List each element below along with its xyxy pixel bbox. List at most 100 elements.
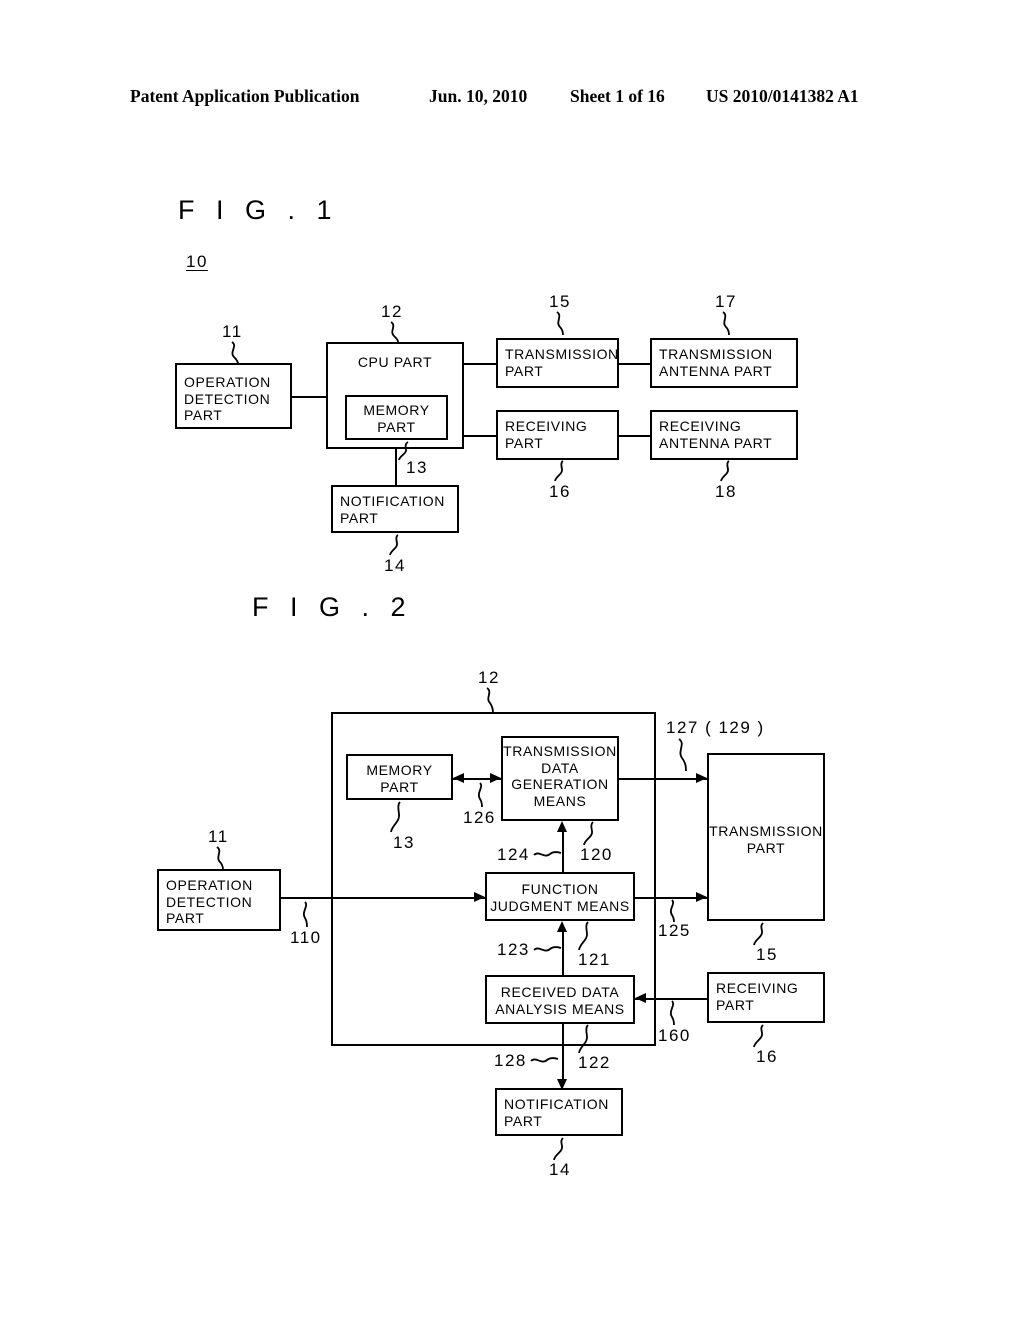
fig1-ref-11: 11 bbox=[222, 322, 243, 341]
fig1-ref-12: 12 bbox=[381, 302, 403, 321]
fig1-memory-part-box: MEMORY PART bbox=[345, 395, 448, 440]
header-sheet-number: Sheet 1 of 16 bbox=[570, 86, 665, 106]
fig2-function-judgment-means-label: FUNCTION JUDGMENT MEANS bbox=[490, 881, 630, 914]
fig2-received-data-analysis-means-label: RECEIVED DATA ANALYSIS MEANS bbox=[495, 984, 625, 1017]
fig1-leader-11 bbox=[231, 341, 239, 365]
fig2-receiving-part-label: RECEIVING PART bbox=[716, 980, 799, 1013]
figure-1-title: F I G . 1 bbox=[178, 195, 339, 225]
fig1-receiving-part-box: RECEIVING PART bbox=[496, 410, 619, 460]
fig2-arrowhead-to-notification-down bbox=[557, 1079, 567, 1090]
figure-1-system-ref-10: 10 bbox=[186, 252, 208, 271]
fig2-arrowhead-to-memory bbox=[453, 773, 464, 783]
fig2-transmission-part-box: TRANSMISSION PART bbox=[707, 753, 825, 921]
fig1-transmission-antenna-part-box: TRANSMISSION ANTENNA PART bbox=[650, 338, 798, 388]
fig1-leader-17 bbox=[722, 311, 730, 336]
fig2-leader-160 bbox=[669, 1000, 675, 1026]
page-header: Patent Application Publication Jun. 10, … bbox=[0, 86, 1024, 114]
fig1-leader-15 bbox=[556, 311, 564, 336]
fig2-leader-124 bbox=[533, 851, 562, 857]
fig1-leader-12 bbox=[390, 321, 399, 343]
fig2-ref-128: 128 bbox=[494, 1051, 527, 1070]
fig2-leader-126 bbox=[477, 782, 483, 808]
fig2-notification-part-box: NOTIFICATION PART bbox=[495, 1088, 623, 1136]
fig2-leader-121 bbox=[578, 921, 589, 951]
fig1-receiving-part-label: RECEIVING PART bbox=[505, 418, 588, 451]
fig1-ref-14: 14 bbox=[384, 556, 406, 575]
fig1-notification-part-label: NOTIFICATION PART bbox=[340, 493, 445, 526]
fig2-connector-operation-to-judgment bbox=[281, 897, 485, 899]
fig2-transmission-data-generation-means-box: TRANSMISSION DATA GENERATION MEANS bbox=[501, 736, 619, 821]
fig1-receiving-antenna-part-box: RECEIVING ANTENNA PART bbox=[650, 410, 798, 460]
fig2-arrowhead-to-generation-up bbox=[557, 821, 567, 832]
fig2-arrowhead-to-analysis-left bbox=[635, 993, 646, 1003]
fig1-transmission-part-box: TRANSMISSION PART bbox=[496, 338, 619, 388]
fig2-leader-110 bbox=[302, 901, 308, 928]
fig2-leader-14 bbox=[553, 1137, 564, 1161]
header-document-number: US 2010/0141382 A1 bbox=[706, 86, 859, 106]
fig1-ref-18: 18 bbox=[715, 482, 737, 501]
fig2-leader-122 bbox=[578, 1024, 589, 1054]
fig2-ref-11: 11 bbox=[208, 827, 229, 846]
fig2-function-judgment-means-box: FUNCTION JUDGMENT MEANS bbox=[485, 872, 635, 921]
fig1-ref-16: 16 bbox=[549, 482, 571, 501]
fig2-ref-160: 160 bbox=[658, 1026, 691, 1045]
fig2-received-data-analysis-means-box: RECEIVED DATA ANALYSIS MEANS bbox=[485, 975, 635, 1024]
fig1-connector-operation-to-cpu bbox=[292, 396, 326, 398]
fig1-ref-13: 13 bbox=[406, 458, 428, 477]
fig2-ref-12: 12 bbox=[478, 668, 500, 687]
fig2-ref-13: 13 bbox=[393, 833, 415, 852]
fig2-ref-15: 15 bbox=[756, 945, 778, 964]
fig2-ref-123: 123 bbox=[497, 940, 530, 959]
fig2-operation-detection-part-box: OPERATION DETECTION PART bbox=[157, 869, 281, 931]
fig1-connector-transmission-to-antenna bbox=[619, 363, 650, 365]
fig2-ref-14: 14 bbox=[549, 1160, 571, 1179]
fig1-memory-part-label: MEMORY PART bbox=[363, 402, 430, 435]
fig2-arrowhead-to-judgment-right bbox=[474, 892, 485, 902]
fig1-connector-receiving-to-antenna bbox=[619, 435, 650, 437]
fig2-leader-127 bbox=[678, 738, 687, 772]
fig2-ref-121: 121 bbox=[578, 950, 611, 969]
fig1-notification-part-box: NOTIFICATION PART bbox=[331, 485, 459, 533]
fig1-ref-15: 15 bbox=[549, 292, 571, 311]
fig2-leader-12 bbox=[486, 687, 494, 714]
fig2-ref-120: 120 bbox=[580, 845, 613, 864]
fig2-ref-126: 126 bbox=[463, 808, 496, 827]
fig2-connector-generation-to-transmission bbox=[619, 778, 707, 780]
fig2-leader-11 bbox=[216, 846, 224, 871]
figure-2-title: F I G . 2 bbox=[252, 592, 413, 622]
fig1-leader-14 bbox=[389, 534, 399, 556]
fig1-receiving-antenna-part-label: RECEIVING ANTENNA PART bbox=[659, 418, 773, 451]
fig2-arrowhead-transmission-top bbox=[696, 773, 707, 783]
fig2-ref-110: 110 bbox=[290, 928, 322, 947]
fig1-connector-cpu-to-transmission bbox=[464, 363, 496, 365]
fig1-transmission-part-label: TRANSMISSION PART bbox=[505, 346, 619, 379]
fig2-ref-122: 122 bbox=[578, 1053, 611, 1072]
fig2-leader-125 bbox=[669, 899, 675, 923]
fig2-notification-part-label: NOTIFICATION PART bbox=[504, 1096, 609, 1129]
fig2-transmission-part-label: TRANSMISSION PART bbox=[709, 823, 823, 856]
fig1-transmission-antenna-part-label: TRANSMISSION ANTENNA PART bbox=[659, 346, 773, 379]
fig2-arrowhead-transmission-bottom bbox=[696, 892, 707, 902]
fig2-leader-120 bbox=[583, 821, 594, 846]
fig2-memory-part-label: MEMORY PART bbox=[366, 762, 433, 795]
fig2-ref-16: 16 bbox=[756, 1047, 778, 1066]
fig2-leader-15 bbox=[753, 922, 764, 946]
fig2-leader-16 bbox=[753, 1024, 764, 1048]
fig2-leader-13 bbox=[390, 801, 401, 833]
fig1-operation-detection-part-box: OPERATION DETECTION PART bbox=[175, 363, 292, 429]
fig1-connector-cpu-to-receiving bbox=[464, 435, 496, 437]
fig2-leader-123 bbox=[533, 946, 562, 952]
fig2-receiving-part-box: RECEIVING PART bbox=[707, 972, 825, 1023]
fig1-cpu-part-label: CPU PART bbox=[357, 354, 433, 370]
fig1-operation-detection-part-label: OPERATION DETECTION PART bbox=[184, 374, 271, 423]
fig1-leader-18 bbox=[720, 460, 730, 482]
fig1-leader-16 bbox=[554, 460, 564, 482]
fig2-transmission-data-generation-means-label: TRANSMISSION DATA GENERATION MEANS bbox=[503, 743, 617, 809]
fig1-ref-17: 17 bbox=[715, 292, 737, 311]
fig1-connector-cpu-to-notification bbox=[395, 449, 397, 485]
fig2-leader-128 bbox=[530, 1057, 559, 1063]
fig2-arrowhead-to-judgment-up bbox=[557, 921, 567, 932]
fig2-ref-125: 125 bbox=[658, 921, 691, 940]
fig2-connector-analysis-to-notification bbox=[562, 1024, 564, 1080]
fig1-leader-13 bbox=[398, 441, 409, 461]
